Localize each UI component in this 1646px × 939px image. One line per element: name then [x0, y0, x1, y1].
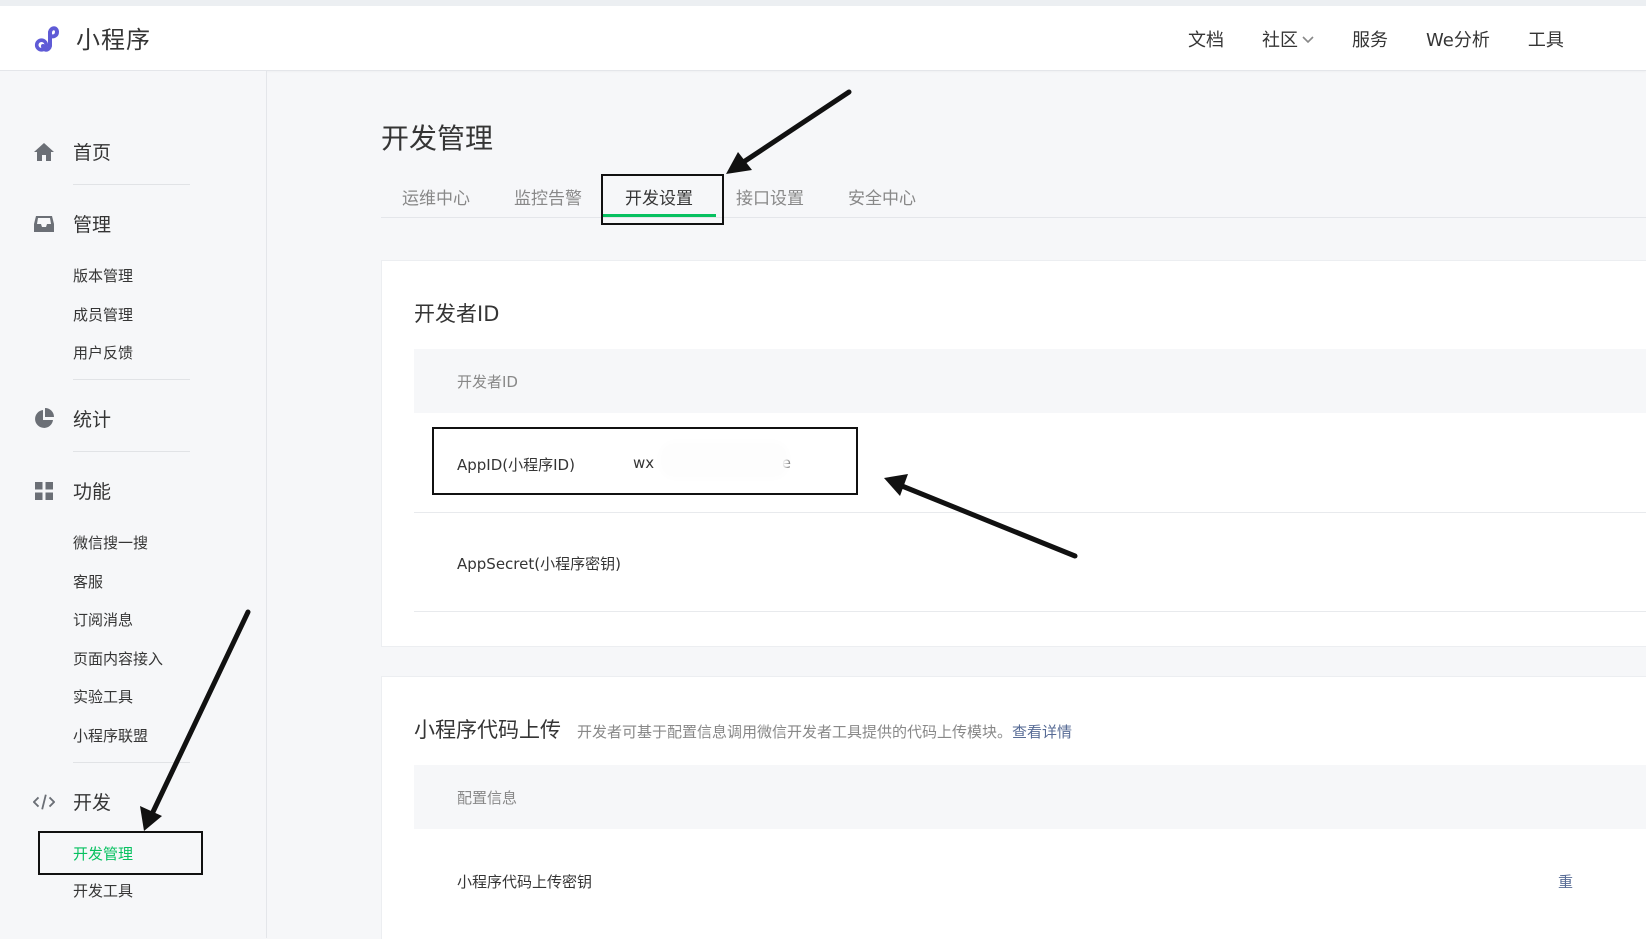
annotation-box-appid: [432, 427, 858, 495]
tab-api-settings[interactable]: 接口设置: [736, 184, 804, 209]
sidebar-item-mini-program-union[interactable]: 小程序联盟: [73, 725, 148, 746]
upload-key-action-link[interactable]: 重: [1558, 871, 1573, 892]
config-table-header: 配置信息: [414, 765, 1646, 829]
sidebar-group-manage[interactable]: 管理: [33, 210, 111, 237]
sidebar-divider: [73, 379, 190, 380]
sidebar-divider: [73, 184, 190, 185]
tab-bar: 运维中心 监控告警 开发设置 接口设置 安全中心: [381, 175, 1646, 218]
sidebar-group-features[interactable]: 功能: [33, 477, 111, 504]
developer-id-table-header: 开发者ID: [414, 349, 1646, 413]
top-nav: 文档 社区 服务 We分析 工具: [1188, 26, 1602, 52]
topnav-community-label: 社区: [1262, 30, 1298, 51]
sidebar-divider: [73, 762, 190, 763]
topnav-docs[interactable]: 文档: [1188, 26, 1224, 52]
tab-ops-center[interactable]: 运维中心: [402, 184, 470, 209]
home-icon: [33, 141, 55, 163]
sidebar-item-wechat-search[interactable]: 微信搜一搜: [73, 532, 148, 553]
sidebar-group-label: 开发: [73, 792, 112, 814]
developer-id-header-label: 开发者ID: [457, 373, 518, 391]
sidebar-group-label: 首页: [73, 142, 112, 164]
table-row-upload-key: 小程序代码上传密钥 重: [414, 829, 1646, 939]
topnav-community[interactable]: 社区: [1262, 26, 1314, 52]
sidebar-group-home[interactable]: 首页: [33, 138, 111, 165]
config-header-label: 配置信息: [457, 789, 518, 807]
annotation-box-tab: [601, 174, 724, 225]
chevron-down-icon: [1302, 36, 1314, 44]
inbox-icon: [33, 213, 55, 235]
topnav-tools[interactable]: 工具: [1528, 26, 1564, 52]
code-icon: [33, 791, 55, 813]
sidebar-group-label: 功能: [73, 481, 112, 503]
top-header: 小程序 文档 社区 服务 We分析 工具: [0, 6, 1646, 71]
brand-logo[interactable]: 小程序: [34, 20, 151, 55]
code-upload-title: 小程序代码上传: [414, 718, 561, 742]
topnav-we-analysis[interactable]: We分析: [1426, 26, 1490, 52]
arrow-to-tab-icon: [726, 89, 852, 174]
code-upload-description: 开发者可基于配置信息调用微信开发者工具提供的代码上传模块。: [577, 723, 1013, 741]
pie-chart-icon: [33, 407, 55, 430]
sidebar-group-statistics[interactable]: 统计: [33, 405, 111, 432]
sidebar-group-label: 统计: [73, 409, 112, 431]
mini-program-logo-icon: [34, 25, 60, 52]
sidebar-item-page-content[interactable]: 页面内容接入: [73, 648, 163, 669]
sidebar-group-label: 管理: [73, 214, 112, 236]
appsecret-label: AppSecret(小程序密钥): [457, 555, 621, 573]
upload-key-label: 小程序代码上传密钥: [457, 873, 593, 891]
sidebar-item-customer-service[interactable]: 客服: [73, 571, 103, 592]
grid-icon: [33, 480, 55, 502]
page-title: 开发管理: [381, 122, 494, 155]
annotation-box-sidebar: [38, 831, 203, 875]
sidebar-item-experiment-tools[interactable]: 实验工具: [73, 686, 133, 707]
sidebar-divider: [73, 451, 190, 452]
sidebar-item-subscription-message[interactable]: 订阅消息: [73, 609, 133, 630]
developer-id-title: 开发者ID: [414, 302, 500, 326]
topnav-services[interactable]: 服务: [1352, 26, 1388, 52]
view-details-link[interactable]: 查看详情: [1012, 721, 1072, 742]
tab-monitoring-alerts[interactable]: 监控告警: [514, 184, 582, 209]
brand-name: 小程序: [76, 26, 151, 54]
sidebar-item-dev-tools[interactable]: 开发工具: [73, 880, 133, 901]
code-upload-card: 小程序代码上传 开发者可基于配置信息调用微信开发者工具提供的代码上传模块。 查看…: [381, 676, 1646, 939]
sidebar-item-user-feedback[interactable]: 用户反馈: [73, 342, 133, 363]
sidebar-group-development[interactable]: 开发: [33, 788, 111, 815]
tab-security-center[interactable]: 安全中心: [848, 184, 916, 209]
sidebar-item-member-management[interactable]: 成员管理: [73, 304, 133, 325]
code-upload-title-row: 小程序代码上传 开发者可基于配置信息调用微信开发者工具提供的代码上传模块。 查看…: [414, 714, 1072, 744]
table-row-appsecret: AppSecret(小程序密钥): [414, 512, 1646, 612]
sidebar-item-version-management[interactable]: 版本管理: [73, 265, 133, 286]
